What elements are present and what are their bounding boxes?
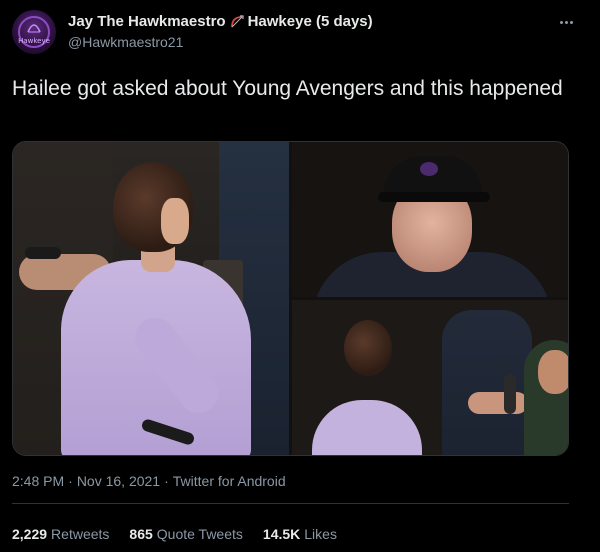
tweet: Hawkeye Jay The Hawkmaestro Hawkeye (5 d…: [0, 0, 600, 552]
avatar[interactable]: Hawkeye: [12, 10, 56, 54]
quote-tweets-stat[interactable]: 865 Quote Tweets: [129, 526, 243, 542]
media-photo-top-right[interactable]: [292, 142, 568, 297]
more-dot: [564, 20, 568, 24]
quote-tweets-count: 865: [129, 526, 153, 542]
photo-microphone: [504, 374, 516, 414]
tweet-stats: 2,229 Retweets 865 Quote Tweets 14.5K Likes: [12, 526, 337, 542]
tweet-meta: 2:48 PM · Nov 16, 2021 · Twitter for And…: [12, 473, 286, 489]
more-dot: [559, 20, 563, 24]
media-photo-bottom-right[interactable]: [292, 300, 568, 455]
tweet-date[interactable]: Nov 16, 2021: [77, 473, 160, 489]
photo-face: [538, 350, 568, 394]
tweet-text: Hailee got asked about Young Avengers an…: [12, 77, 563, 100]
divider: [12, 503, 569, 504]
display-name[interactable]: Jay The Hawkmaestro Hawkeye (5 days): [68, 13, 373, 30]
avatar-logo-text: Hawkeye: [18, 37, 50, 45]
likes-stat[interactable]: 14.5K Likes: [263, 526, 337, 542]
handle[interactable]: @Hawkmaestro21: [68, 34, 373, 50]
media-photo-left[interactable]: [13, 142, 289, 455]
photo-cap-brim: [378, 192, 490, 202]
photo-lavender-dress: [312, 400, 422, 455]
photo-arm: [468, 392, 528, 414]
photo-microphone: [25, 247, 61, 259]
avatar-bow-icon: [27, 24, 41, 33]
author-names: Jay The Hawkmaestro Hawkeye (5 days) @Ha…: [68, 13, 373, 50]
photo-face: [161, 198, 189, 244]
meta-separator: ·: [164, 473, 169, 489]
meta-separator: ·: [68, 473, 73, 489]
display-name-text: Jay The Hawkmaestro: [68, 13, 226, 30]
quote-tweets-label: Quote Tweets: [156, 526, 243, 542]
media-grid: [12, 141, 569, 456]
photo-person-suit: [442, 310, 532, 455]
tweet-time[interactable]: 2:48 PM: [12, 473, 64, 489]
photo-cap-logo: [420, 162, 438, 176]
retweets-stat[interactable]: 2,229 Retweets: [12, 526, 109, 542]
more-horizontal-icon[interactable]: [556, 12, 576, 32]
bow-and-arrow-icon: [230, 14, 244, 27]
tweet-source[interactable]: Twitter for Android: [173, 473, 286, 489]
likes-count: 14.5K: [262, 526, 301, 542]
retweets-label: Retweets: [51, 526, 110, 542]
display-name-suffix: Hawkeye (5 days): [247, 13, 373, 30]
photo-hair: [344, 320, 392, 376]
more-dot: [569, 20, 573, 24]
retweets-count: 2,229: [12, 526, 48, 542]
likes-label: Likes: [304, 526, 337, 542]
